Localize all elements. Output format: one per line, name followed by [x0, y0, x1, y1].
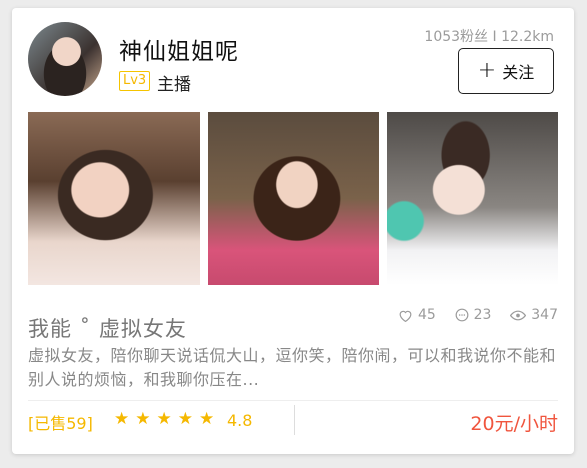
heart-icon: [399, 310, 412, 322]
photo-3[interactable]: [387, 112, 558, 285]
photo-2[interactable]: [208, 112, 379, 285]
divider: [28, 400, 558, 401]
likes-stat[interactable]: 45: [398, 306, 436, 324]
star-rating: ★ ★ ★ ★ ★: [114, 409, 214, 429]
views-stat: 347: [510, 306, 558, 324]
star-icon: ★: [114, 409, 130, 429]
vertical-divider: [294, 405, 295, 435]
profile-name: 神仙姐姐呢: [119, 39, 239, 65]
service-title: 我能 ˚ 虚拟女友: [28, 317, 187, 341]
star-icon: ★: [177, 409, 193, 429]
photo-1[interactable]: [28, 112, 200, 285]
avatar[interactable]: [28, 22, 102, 96]
fans-distance: 1053粉丝 I 12.2km: [424, 29, 554, 45]
star-icon: ★: [156, 409, 172, 429]
star-icon: ★: [199, 409, 215, 429]
likes-count: 45: [418, 307, 436, 323]
engagement-stats: 45 23 347: [398, 306, 558, 324]
star-icon: ★: [135, 409, 151, 429]
comment-icon: [455, 308, 469, 322]
comments-count: 23: [473, 307, 492, 323]
profile-card[interactable]: 神仙姐姐呢 Lv3 主播 1053粉丝 I 12.2km + 关注 我能 ˚ 虚…: [12, 8, 574, 454]
rating-score: 4.8: [227, 411, 253, 430]
level-badge: Lv3: [119, 71, 151, 91]
service-description: 虚拟女友，陪你聊天说话侃大山，逗你笑，陪你闹，可以和我说你不能和别人说的烦恼，和…: [28, 346, 557, 389]
eye-icon: [510, 310, 527, 320]
plus-icon: +: [477, 58, 497, 83]
follow-button[interactable]: + 关注: [458, 48, 554, 94]
sold-count: [已售59]: [28, 414, 93, 433]
price-label: 20元/小时: [470, 413, 558, 435]
role-label: 主播: [157, 75, 191, 95]
views-count: 347: [531, 307, 558, 323]
comments-stat[interactable]: 23: [455, 306, 492, 324]
follow-label: 关注: [502, 63, 535, 82]
